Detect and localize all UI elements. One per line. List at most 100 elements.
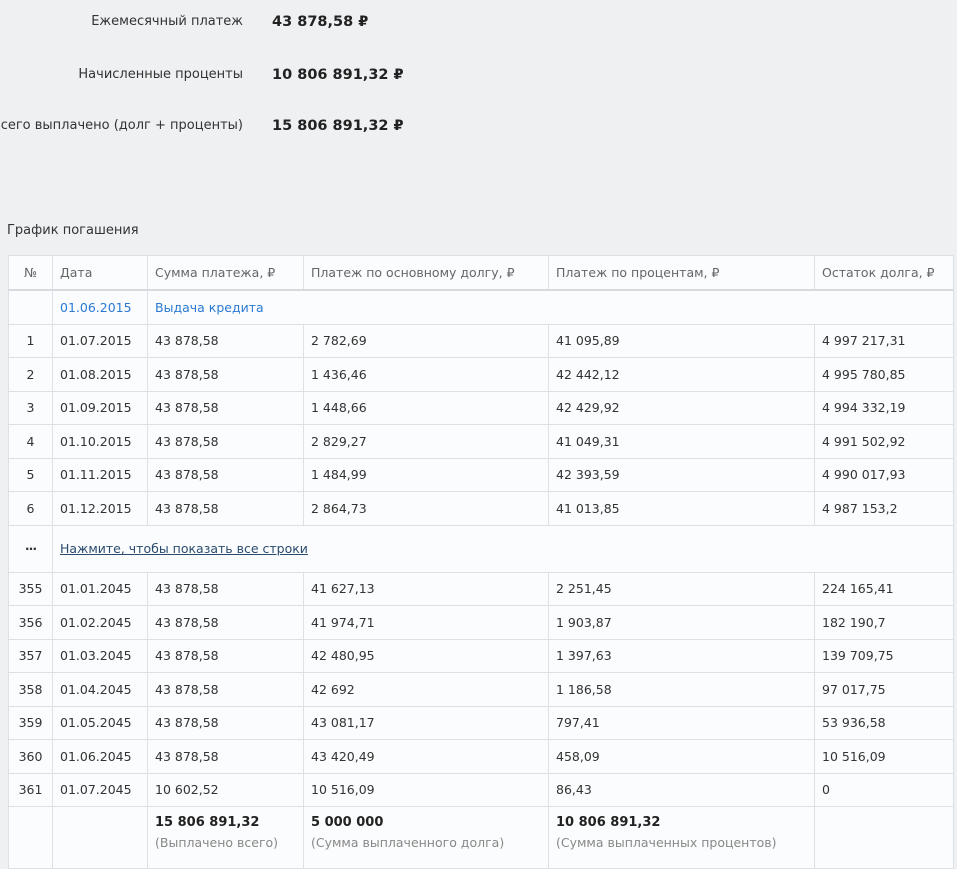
row-principal: 41 627,13: [303, 571, 549, 606]
total-interest-caption: (Сумма выплаченных процентов): [556, 835, 777, 850]
table-row: 5 01.11.2015 43 878,58 1 484,99 42 393,59 4 9…: [8, 457, 954, 492]
row-principal: 10 516,09: [303, 772, 549, 807]
issue-number-cell: [8, 289, 53, 325]
show-all-rows-cell: Нажмите, чтобы показать все строки: [52, 524, 954, 573]
summary-monthly: Ежемесячный платеж 43 878,58 ₽: [0, 14, 957, 34]
row-principal: 1 484,99: [303, 457, 549, 492]
table-row: 1 01.07.2015 43 878,58 2 782,69 41 095,89 4 9…: [8, 323, 954, 358]
row-date: 01.09.2015: [52, 390, 148, 425]
row-payment: 43 878,58: [147, 357, 304, 392]
row-interest: 42 429,92: [548, 390, 815, 425]
row-number: 360: [8, 739, 53, 774]
schedule-bottom-rows: 355 01.01.2045 43 878,58 41 627,13 2 251,45 2…: [8, 571, 954, 807]
row-interest: 42 393,59: [548, 457, 815, 492]
row-balance: 224 165,41: [814, 571, 954, 606]
row-interest: 41 095,89: [548, 323, 815, 358]
monthly-payment-label: Ежемесячный платеж: [91, 14, 243, 29]
row-principal: 2 864,73: [303, 491, 549, 526]
row-interest: 42 442,12: [548, 357, 815, 392]
row-number: 3: [8, 390, 53, 425]
row-balance: 4 987 153,2: [814, 491, 954, 526]
row-date: 01.01.2045: [52, 571, 148, 606]
row-interest: 2 251,45: [548, 571, 815, 606]
row-principal: 43 081,17: [303, 705, 549, 740]
totals-row: 15 806 891,32 (Выплачено всего) 5 000 00…: [8, 806, 954, 869]
row-date: 01.04.2045: [52, 672, 148, 707]
row-payment: 43 878,58: [147, 672, 304, 707]
row-balance: 97 017,75: [814, 672, 954, 707]
schedule-title: График погашения: [7, 223, 139, 238]
row-balance: 4 997 217,31: [814, 323, 954, 358]
row-payment: 43 878,58: [147, 457, 304, 492]
ellipsis-icon: ···: [24, 541, 37, 556]
table-row: 360 01.06.2045 43 878,58 43 420,49 458,09 10 …: [8, 739, 954, 774]
row-principal: 41 974,71: [303, 605, 549, 640]
table-header-row: № Дата Сумма платежа, ₽ Платеж по основн…: [8, 255, 954, 291]
row-interest: 41 013,85: [548, 491, 815, 526]
row-interest: 41 049,31: [548, 424, 815, 459]
row-payment: 43 878,58: [147, 705, 304, 740]
row-balance: 4 994 332,19: [814, 390, 954, 425]
header-principal: Платеж по основному долгу, ₽: [303, 255, 549, 291]
row-number: 356: [8, 605, 53, 640]
row-interest: 1 397,63: [548, 638, 815, 673]
row-number: 5: [8, 457, 53, 492]
row-number: 355: [8, 571, 53, 606]
row-number: 1: [8, 323, 53, 358]
row-balance: 53 936,58: [814, 705, 954, 740]
table-row: 355 01.01.2045 43 878,58 41 627,13 2 251,45 2…: [8, 571, 954, 606]
row-interest: 1 903,87: [548, 605, 815, 640]
total-payment-value: 15 806 891,32: [155, 815, 260, 830]
table-row: 3 01.09.2015 43 878,58 1 448,66 42 429,92 4 9…: [8, 390, 954, 425]
accrued-interest-label: Начисленные проценты: [78, 67, 243, 82]
show-all-rows-row: ··· Нажмите, чтобы показать все строки: [8, 524, 954, 573]
total-paid-label: Всего выплачено (долг + проценты): [0, 118, 243, 133]
row-date: 01.05.2045: [52, 705, 148, 740]
totals-empty-cell: [8, 806, 53, 869]
table-row: 4 01.10.2015 43 878,58 2 829,27 41 049,31 4 9…: [8, 424, 954, 459]
row-payment: 43 878,58: [147, 739, 304, 774]
row-payment: 43 878,58: [147, 571, 304, 606]
total-principal-value: 5 000 000: [311, 815, 384, 830]
header-balance: Остаток долга, ₽: [814, 255, 954, 291]
row-balance: 0: [814, 772, 954, 807]
row-balance: 4 995 780,85: [814, 357, 954, 392]
table-row: 356 01.02.2045 43 878,58 41 974,71 1 903,87 1…: [8, 605, 954, 640]
totals-empty-cell: [814, 806, 954, 869]
total-interest-value: 10 806 891,32: [556, 815, 661, 830]
row-date: 01.07.2045: [52, 772, 148, 807]
table-row: 357 01.03.2045 43 878,58 42 480,95 1 397,63 1…: [8, 638, 954, 673]
show-all-rows-link[interactable]: Нажмите, чтобы показать все строки: [60, 541, 308, 556]
total-payment-cell: 15 806 891,32 (Выплачено всего): [147, 806, 304, 869]
row-number: 357: [8, 638, 53, 673]
row-date: 01.06.2045: [52, 739, 148, 774]
totals-section: 15 806 891,32 (Выплачено всего) 5 000 00…: [8, 806, 954, 869]
row-payment: 43 878,58: [147, 638, 304, 673]
row-payment: 43 878,58: [147, 605, 304, 640]
summary-interest: Начисленные проценты 10 806 891,32 ₽: [0, 67, 957, 87]
table-row: 358 01.04.2045 43 878,58 42 692 1 186,58 97 0…: [8, 672, 954, 707]
ellipsis-cell: ···: [8, 524, 53, 573]
row-principal: 2 829,27: [303, 424, 549, 459]
row-date: 01.08.2015: [52, 357, 148, 392]
total-payment-caption: (Выплачено всего): [155, 835, 279, 850]
row-principal: 42 692: [303, 672, 549, 707]
row-number: 359: [8, 705, 53, 740]
issue-date: 01.06.2015: [52, 289, 148, 325]
header-date: Дата: [52, 255, 148, 291]
row-interest: 1 186,58: [548, 672, 815, 707]
row-number: 6: [8, 491, 53, 526]
row-principal: 2 782,69: [303, 323, 549, 358]
row-balance: 4 990 017,93: [814, 457, 954, 492]
row-payment: 43 878,58: [147, 323, 304, 358]
table-row: 361 01.07.2045 10 602,52 10 516,09 86,43 0: [8, 772, 954, 807]
header-number: №: [8, 255, 53, 291]
total-paid-value: 15 806 891,32 ₽: [272, 118, 404, 134]
row-date: 01.02.2045: [52, 605, 148, 640]
row-payment: 43 878,58: [147, 424, 304, 459]
table-row: 359 01.05.2045 43 878,58 43 081,17 797,41 53 …: [8, 705, 954, 740]
table-row: 6 01.12.2015 43 878,58 2 864,73 41 013,85 4 9…: [8, 491, 954, 526]
table-row: 2 01.08.2015 43 878,58 1 436,46 42 442,12 4 9…: [8, 357, 954, 392]
row-interest: 86,43: [548, 772, 815, 807]
row-date: 01.12.2015: [52, 491, 148, 526]
